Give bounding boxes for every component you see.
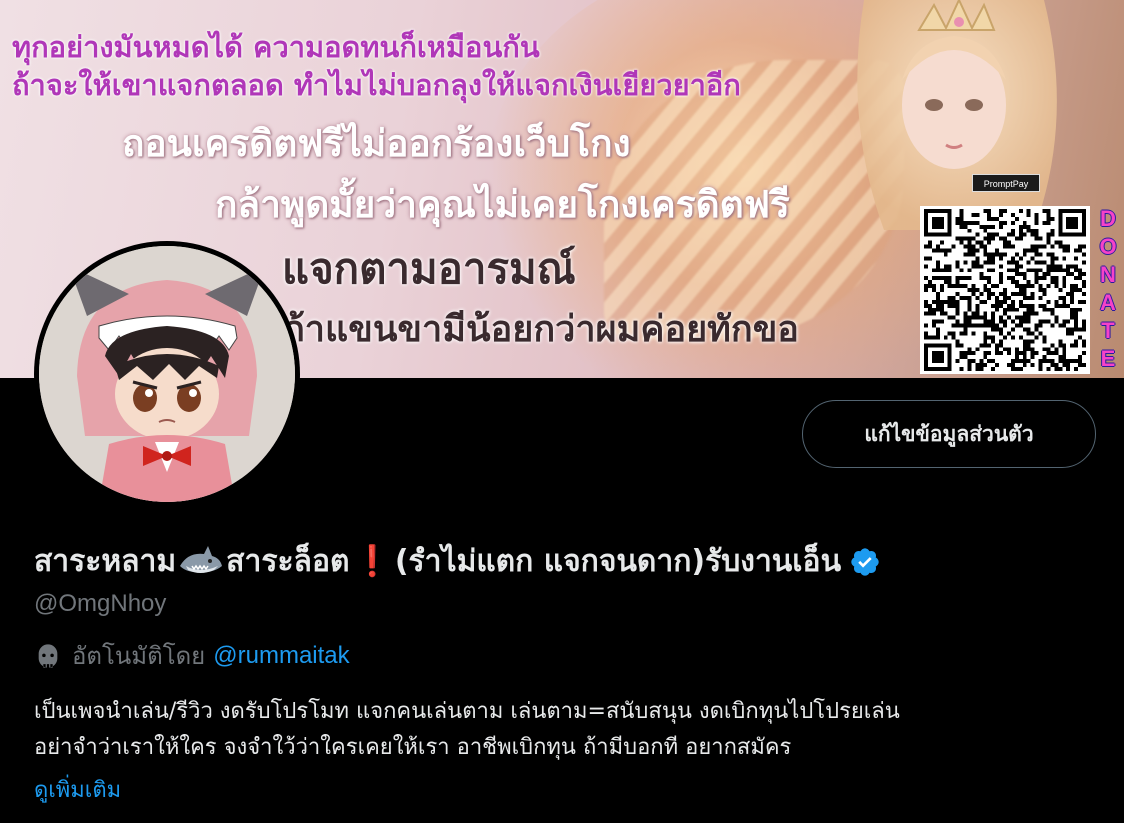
- shark-emoji-icon: [180, 545, 223, 573]
- display-name-part-1: สาระหลาม: [34, 544, 177, 579]
- robot-icon: [38, 643, 58, 668]
- donate-letter: O: [1099, 234, 1117, 259]
- donate-letter: N: [1100, 262, 1116, 287]
- see-more-link[interactable]: ดูเพิ่มเติม: [34, 772, 121, 807]
- verified-badge-icon[interactable]: [849, 546, 881, 578]
- automated-account-label: อัตโนมัติโดย @rummaitak: [34, 636, 350, 675]
- avatar-shark-hood-character: [39, 246, 295, 502]
- profile-avatar[interactable]: [34, 241, 300, 507]
- donate-vertical-text: D O N A T E: [1096, 208, 1120, 370]
- banner-text-line-4: กล้าพูดมั้ยว่าคุณไม่เคยโกงเครดิตฟรี: [215, 183, 790, 226]
- promptpay-logo: PromptPay: [972, 174, 1040, 192]
- banner-text-line-1: ทุกอย่างมันหมดได้ ความอดทนก็เหมือนกัน: [12, 30, 540, 64]
- donate-letter: D: [1100, 206, 1116, 231]
- donate-letter: E: [1100, 346, 1116, 371]
- automated-by-link[interactable]: @rummaitak: [213, 642, 349, 670]
- edit-profile-button[interactable]: แก้ไขข้อมูลส่วนตัว: [802, 400, 1096, 468]
- banner-text-line-2: ถ้าจะให้เขาแจกตลอด ทำไมไม่บอกลุงให้แจกเง…: [12, 68, 741, 102]
- profile-bio: เป็นเพจนำเล่น/รีวิว งดรับโปรโมท แจกคนเล่…: [34, 694, 1094, 766]
- profile-display-name: สาระหลาม สาระล็อต ❗ (รำไม่แตก แจกจนดาก)ร…: [34, 538, 881, 585]
- avatar-image: [39, 246, 295, 502]
- banner-text-line-6: ถ้าแขนขามีน้อยกว่าผมค่อยทักขอ: [283, 309, 799, 350]
- automated-by-text: อัตโนมัติโดย: [72, 642, 206, 670]
- qr-code-pattern: [924, 209, 1086, 371]
- banner-text-line-3: ถอนเครดิตฟรีไม่ออกร้องเว็บโกง: [122, 122, 631, 165]
- donate-letter: A: [1100, 290, 1116, 315]
- red-exclamation-icon: ❗: [353, 544, 391, 579]
- display-name-part-2: สาระล็อต: [226, 544, 350, 579]
- banner-character-illustration: [857, 0, 1057, 230]
- banner-text-line-5: แจกตามอารมณ์: [282, 244, 576, 293]
- bio-line: อย่าจำว่าเราให้ใคร จงจำใว้ว่าใครเคยให้เร…: [34, 735, 792, 760]
- display-name-part-3: (รำไม่แตก แจกจนดาก)รับงานเอ็น: [394, 544, 842, 579]
- profile-handle: @OmgNhoy: [34, 590, 167, 617]
- donate-letter: T: [1101, 318, 1115, 343]
- bio-line: เป็นเพจนำเล่น/รีวิว งดรับโปรโมท แจกคนเล่…: [34, 699, 900, 724]
- donate-qr-code: [920, 206, 1090, 374]
